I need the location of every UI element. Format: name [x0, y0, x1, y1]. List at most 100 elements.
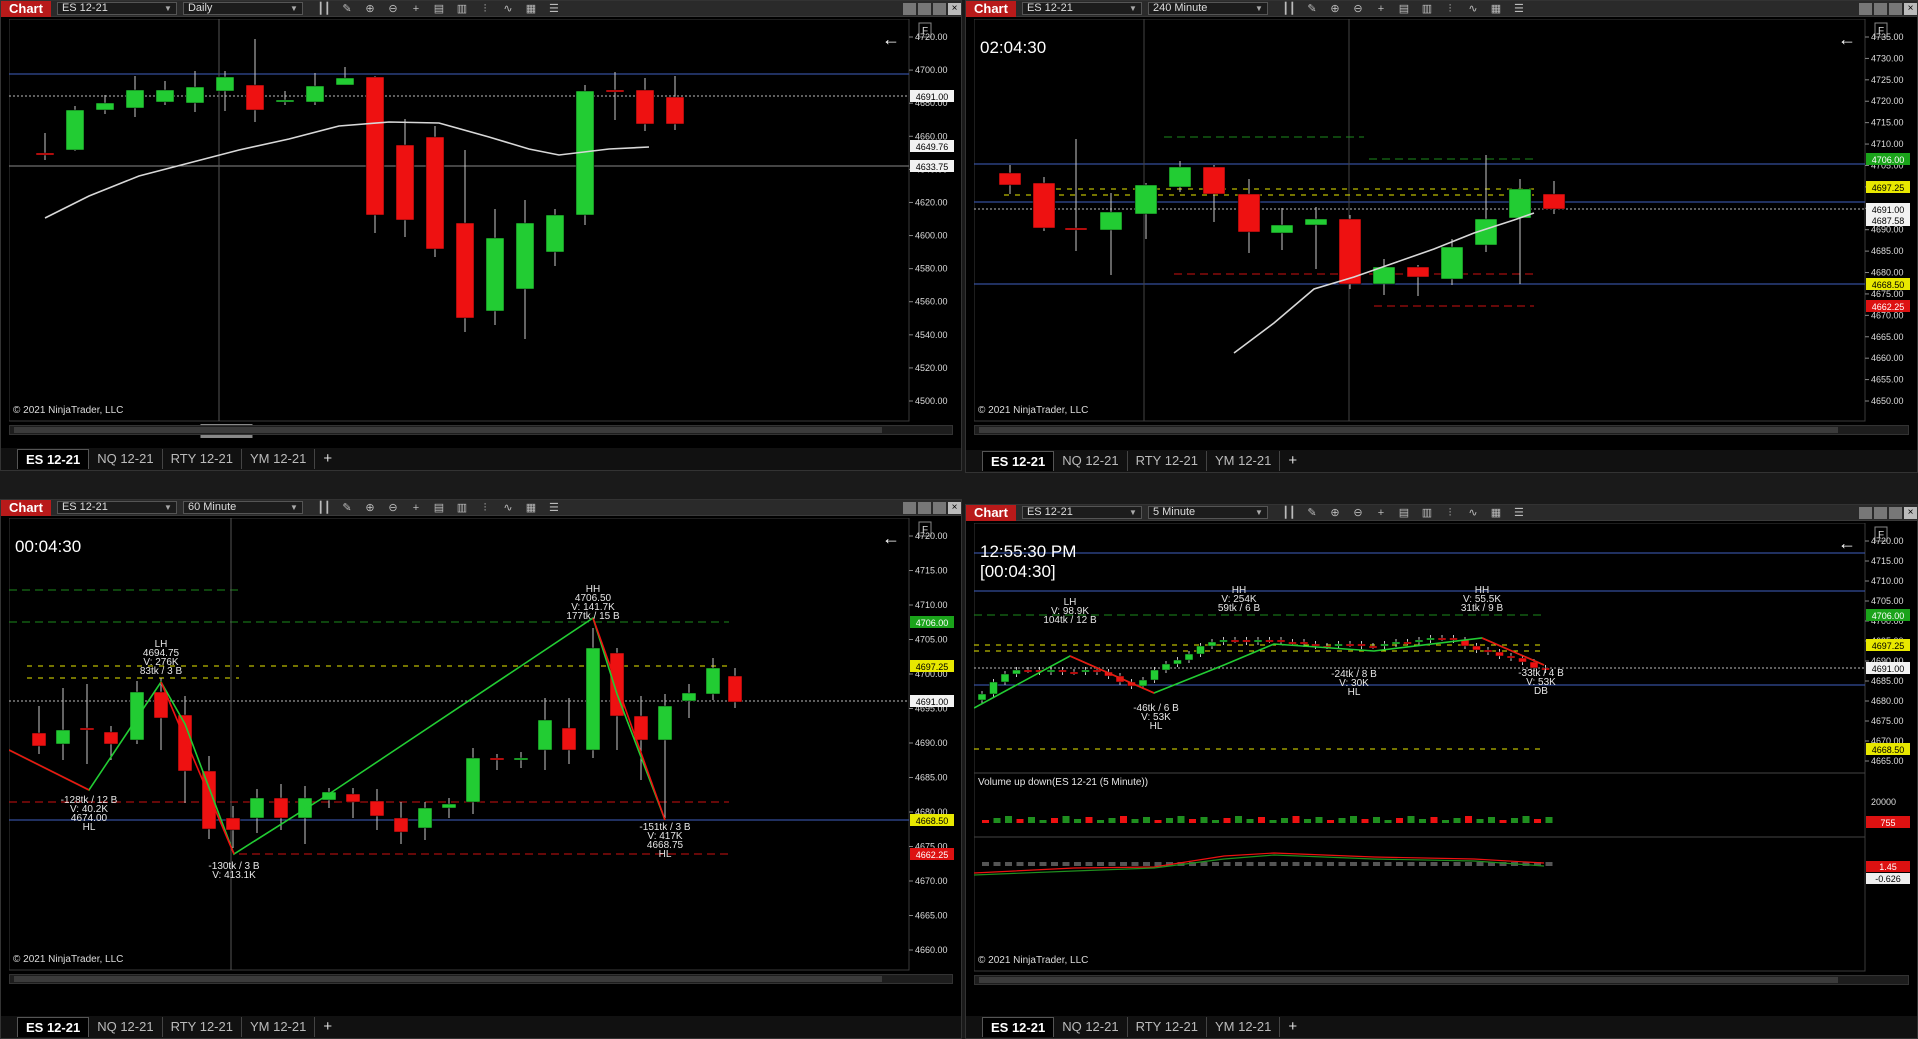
- interval-selector[interactable]: 240 Minute ▼: [1147, 2, 1268, 15]
- bar-type-icon[interactable]: ┃┃: [1282, 507, 1296, 519]
- maximize-icon[interactable]: [1889, 506, 1902, 519]
- close-icon[interactable]: ×: [948, 2, 961, 15]
- zoom-in-icon[interactable]: ⊕: [1328, 3, 1342, 15]
- interval-selector[interactable]: Daily ▼: [182, 2, 303, 15]
- interval-selector[interactable]: 5 Minute ▼: [1147, 506, 1268, 519]
- maximize-icon[interactable]: [1889, 2, 1902, 15]
- tab-ym[interactable]: YM 12-21: [1207, 1017, 1281, 1037]
- maximize-icon[interactable]: [933, 501, 946, 514]
- data-box-icon[interactable]: ▥: [455, 3, 469, 15]
- bar-type-icon[interactable]: ┃┃: [317, 502, 331, 514]
- zoom-in-icon[interactable]: ⊕: [1328, 507, 1342, 519]
- draw-pencil-icon[interactable]: ✎: [1305, 507, 1319, 519]
- zoom-out-icon[interactable]: ⊖: [1351, 3, 1365, 15]
- tile-icon[interactable]: [1859, 2, 1872, 15]
- add-tab-button[interactable]: +: [315, 1017, 340, 1037]
- tab-rty[interactable]: RTY 12-21: [1128, 451, 1207, 471]
- strategies-icon[interactable]: ∿: [501, 502, 515, 514]
- scroll-thumb[interactable]: [979, 977, 1838, 983]
- chart-window[interactable]: Chart ES 12-21 ▼ 240 Minute ▼ ┃┃ ✎ ⊕ ⊖ + ▤ ▥ ⫶ ∿ ▦ ☰ × 02…: [965, 0, 1918, 473]
- tile-icon[interactable]: [903, 501, 916, 514]
- tab-rty[interactable]: RTY 12-21: [163, 1017, 242, 1037]
- tab-nq[interactable]: NQ 12-21: [89, 1017, 163, 1037]
- add-tab-button[interactable]: +: [315, 449, 340, 469]
- tab-ym[interactable]: YM 12-21: [1207, 451, 1281, 471]
- instrument-selector[interactable]: ES 12-21 ▼: [1021, 2, 1142, 15]
- crosshair-icon[interactable]: +: [1374, 507, 1388, 519]
- minimize-icon[interactable]: [1874, 2, 1887, 15]
- tab-es[interactable]: ES 12-21: [982, 1017, 1055, 1037]
- scroll-thumb[interactable]: [979, 427, 1838, 433]
- tab-es[interactable]: ES 12-21: [982, 451, 1055, 471]
- instrument-selector[interactable]: ES 12-21 ▼: [1021, 506, 1142, 519]
- scroll-thumb[interactable]: [14, 976, 882, 982]
- chart-window[interactable]: Chart ES 12-21 ▼ Daily ▼ ┃┃ ✎ ⊕ ⊖ + ▤ ▥ ⫶ ∿ ▦ ☰ × © 2021 …: [0, 0, 962, 471]
- close-icon[interactable]: ×: [948, 501, 961, 514]
- horizontal-scrollbar[interactable]: [9, 974, 953, 984]
- strategies-icon[interactable]: ∿: [1466, 507, 1480, 519]
- crosshair-icon[interactable]: +: [409, 3, 423, 15]
- crosshair-icon[interactable]: +: [1374, 3, 1388, 15]
- tab-ym[interactable]: YM 12-21: [242, 449, 316, 469]
- add-tab-button[interactable]: +: [1280, 1017, 1305, 1037]
- price-panel[interactable]: LH 4694.75 V: 276K 83tk / 3 B HH 4706.50 V: 14…: [9, 518, 955, 992]
- chart-trader-icon[interactable]: ▦: [524, 502, 538, 514]
- add-tab-button[interactable]: +: [1280, 451, 1305, 471]
- chart-title[interactable]: Chart: [966, 504, 1016, 521]
- chart-title[interactable]: Chart: [1, 499, 51, 516]
- zoom-out-icon[interactable]: ⊖: [386, 3, 400, 15]
- draw-pencil-icon[interactable]: ✎: [1305, 3, 1319, 15]
- close-icon[interactable]: ×: [1904, 2, 1917, 15]
- close-icon[interactable]: ×: [1904, 506, 1917, 519]
- chart-title[interactable]: Chart: [1, 0, 51, 17]
- indicators-icon[interactable]: ⫶: [478, 502, 492, 514]
- more-menu-icon[interactable]: ☰: [1512, 3, 1526, 15]
- tab-nq[interactable]: NQ 12-21: [89, 449, 163, 469]
- strategies-icon[interactable]: ∿: [501, 3, 515, 15]
- horizontal-scrollbar[interactable]: [974, 975, 1909, 985]
- crosshair-icon[interactable]: +: [409, 502, 423, 514]
- tab-nq[interactable]: NQ 12-21: [1054, 1017, 1128, 1037]
- zoom-out-icon[interactable]: ⊖: [1351, 507, 1365, 519]
- bar-type-icon[interactable]: ┃┃: [317, 3, 331, 15]
- tile-icon[interactable]: [903, 2, 916, 15]
- scroll-thumb[interactable]: [14, 427, 882, 433]
- horizontal-scrollbar[interactable]: [9, 425, 953, 435]
- zoom-out-icon[interactable]: ⊖: [386, 502, 400, 514]
- zoom-in-icon[interactable]: ⊕: [363, 502, 377, 514]
- data-box-icon[interactable]: ▥: [1420, 507, 1434, 519]
- zoom-in-icon[interactable]: ⊕: [363, 3, 377, 15]
- tab-nq[interactable]: NQ 12-21: [1054, 451, 1128, 471]
- properties-icon[interactable]: ▤: [1397, 507, 1411, 519]
- chart-trader-icon[interactable]: ▦: [1489, 3, 1503, 15]
- instrument-selector[interactable]: ES 12-21 ▼: [56, 501, 177, 514]
- data-box-icon[interactable]: ▥: [455, 502, 469, 514]
- minimize-icon[interactable]: [1874, 506, 1887, 519]
- price-panel[interactable]: LH V: 98.9K 104tk / 12 B HH V: 254K 59tk / 6 …: [974, 523, 1911, 993]
- instrument-selector[interactable]: ES 12-21 ▼: [56, 2, 177, 15]
- tab-rty[interactable]: RTY 12-21: [1128, 1017, 1207, 1037]
- indicators-icon[interactable]: ⫶: [1443, 3, 1457, 15]
- properties-icon[interactable]: ▤: [1397, 3, 1411, 15]
- minimize-icon[interactable]: [918, 501, 931, 514]
- interval-selector[interactable]: 60 Minute ▼: [182, 501, 303, 514]
- properties-icon[interactable]: ▤: [432, 502, 446, 514]
- properties-icon[interactable]: ▤: [432, 3, 446, 15]
- data-box-icon[interactable]: ▥: [1420, 3, 1434, 15]
- tab-es[interactable]: ES 12-21: [17, 449, 90, 469]
- more-menu-icon[interactable]: ☰: [547, 3, 561, 15]
- strategies-icon[interactable]: ∿: [1466, 3, 1480, 15]
- chart-window[interactable]: Chart ES 12-21 ▼ 5 Minute ▼ ┃┃ ✎ ⊕ ⊖ + ▤ ▥ ⫶ ∿ ▦ ☰ × LH V:…: [965, 504, 1918, 1039]
- more-menu-icon[interactable]: ☰: [1512, 507, 1526, 519]
- minimize-icon[interactable]: [918, 2, 931, 15]
- indicators-icon[interactable]: ⫶: [478, 3, 492, 15]
- price-panel[interactable]: 02:04:30 © 2021 NinjaTrader, LLC ← F 4735.00…: [974, 19, 1911, 443]
- tab-ym[interactable]: YM 12-21: [242, 1017, 316, 1037]
- horizontal-scrollbar[interactable]: [974, 425, 1909, 435]
- chart-window[interactable]: Chart ES 12-21 ▼ 60 Minute ▼ ┃┃ ✎ ⊕ ⊖ + ▤ ▥ ⫶ ∿ ▦ ☰ × LH 4…: [0, 499, 962, 1039]
- tile-icon[interactable]: [1859, 506, 1872, 519]
- more-menu-icon[interactable]: ☰: [547, 502, 561, 514]
- tab-es[interactable]: ES 12-21: [17, 1017, 90, 1037]
- indicators-icon[interactable]: ⫶: [1443, 507, 1457, 519]
- draw-pencil-icon[interactable]: ✎: [340, 3, 354, 15]
